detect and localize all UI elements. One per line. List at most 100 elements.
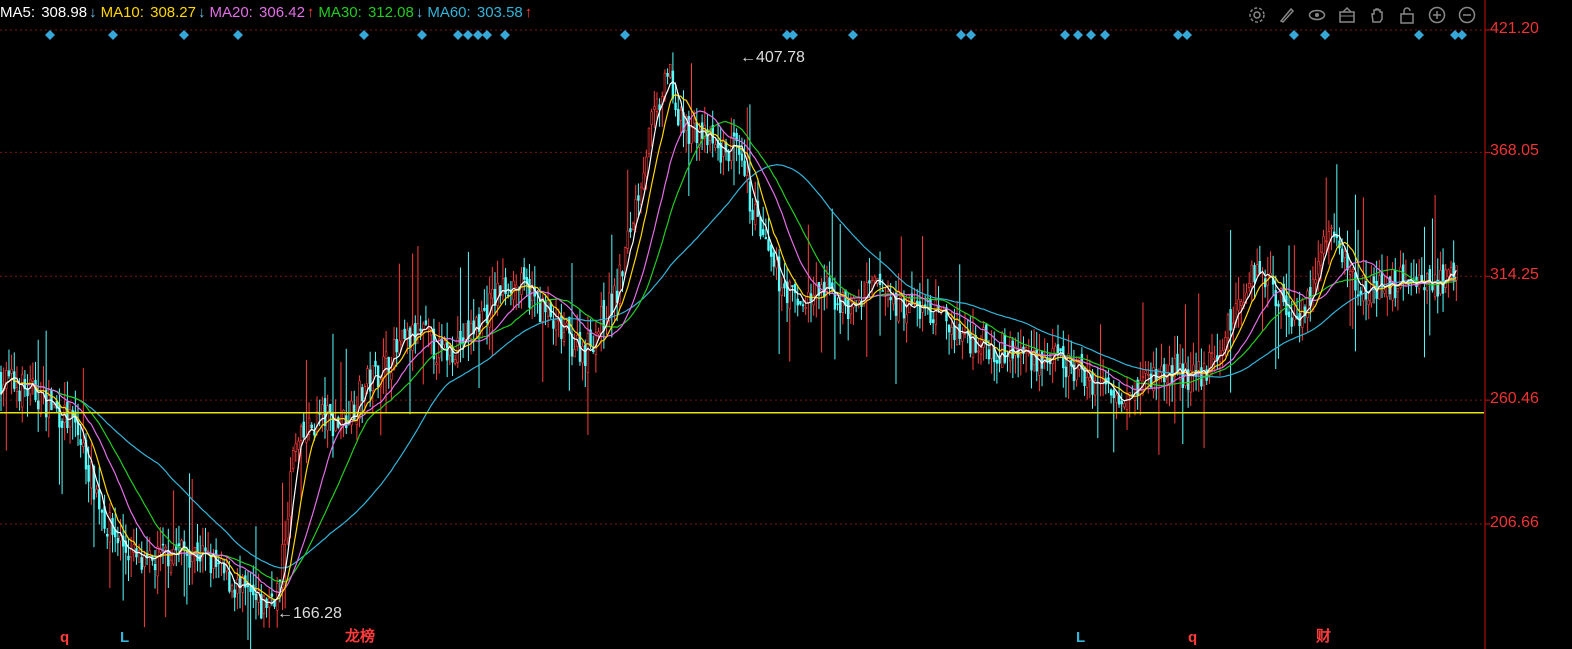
candle-body-up	[156, 546, 159, 577]
candle-body-down	[246, 584, 250, 588]
ma-value: 306.42	[259, 4, 305, 21]
ma-value: 303.58	[476, 4, 523, 21]
candle-body-down	[270, 593, 274, 597]
candle-body-down	[918, 301, 922, 319]
candle-body-up	[905, 314, 908, 324]
candle-body-up	[453, 359, 457, 364]
candle-body-up	[148, 550, 151, 557]
ma-trend-arrow: ↓	[415, 4, 424, 21]
candle-body-up	[1123, 403, 1126, 408]
candle-body-up	[286, 518, 290, 539]
candle-body-up	[236, 579, 239, 594]
candle-body-up	[1147, 373, 1150, 376]
candle-body-down	[228, 571, 231, 592]
candle-body-up	[39, 392, 43, 415]
candle-body-up	[1314, 279, 1317, 284]
candle-body-up	[990, 343, 993, 359]
bottom-marker[interactable]: L	[1076, 629, 1085, 646]
candle-body-up	[1330, 227, 1333, 230]
candle-body-down	[127, 555, 130, 561]
candle-body-down	[878, 273, 882, 286]
candle-body-up	[1301, 299, 1304, 328]
candle-body-up	[961, 333, 964, 342]
bottom-marker[interactable]: 龙榜	[345, 625, 375, 646]
candle-body-down	[98, 489, 101, 510]
ma-value: 308.98	[41, 4, 88, 21]
candle-body-down	[1287, 311, 1291, 318]
candle-body-up	[384, 351, 388, 359]
hand-icon[interactable]	[1364, 5, 1390, 25]
candle-body-down	[140, 557, 143, 570]
event-diamond	[473, 30, 483, 40]
candle-body-down	[836, 303, 839, 305]
candle-body-down	[889, 296, 892, 301]
candle-body-up	[191, 554, 194, 563]
candle-body-up	[334, 420, 337, 432]
zoom-in-icon[interactable]	[1424, 5, 1450, 25]
candle-body-down	[1059, 348, 1062, 352]
candle-body-up	[382, 356, 385, 379]
event-diamond	[179, 30, 189, 40]
ma-trend-arrow: ↓	[89, 4, 97, 21]
candle-body-down	[894, 292, 898, 316]
candle-body-up	[955, 318, 959, 345]
event-diamond	[463, 30, 473, 40]
candle-body-up	[788, 281, 791, 310]
lock-icon[interactable]	[1394, 5, 1420, 25]
candle-body-up	[437, 338, 441, 359]
candle-body-down	[177, 543, 181, 547]
candle-body-down	[868, 280, 871, 284]
candle-body-up	[642, 172, 645, 189]
candle-body-down	[828, 277, 831, 289]
candle-body-up	[1240, 301, 1243, 306]
candle-body-up	[645, 156, 648, 177]
candle-body-up	[10, 369, 13, 374]
candle-body-down	[249, 586, 252, 592]
candle-body-down	[7, 370, 11, 377]
ma-value: 312.08	[367, 4, 414, 21]
chart-toolbar	[1244, 5, 1480, 25]
candle-body-down	[395, 338, 398, 353]
low-price-label: ←166.28	[277, 605, 342, 622]
candle-body-down	[87, 465, 90, 482]
event-diamond	[1457, 30, 1467, 40]
zoom-out-icon[interactable]	[1454, 5, 1480, 25]
gear-icon[interactable]	[1244, 5, 1270, 25]
basket-icon[interactable]	[1334, 5, 1360, 25]
candle-body-down	[1420, 275, 1424, 281]
candle-body-down	[1120, 400, 1123, 405]
candle-body-up	[982, 327, 985, 348]
candle-body-down	[313, 431, 316, 436]
high-price-label: ←407.78	[740, 49, 805, 66]
candle-body-down	[1340, 248, 1344, 263]
candlestick-chart[interactable]	[0, 0, 1572, 649]
candle-body-up	[31, 378, 35, 382]
candle-body-down	[387, 357, 390, 374]
bottom-marker[interactable]: q	[60, 629, 69, 646]
candle-body-down	[801, 304, 805, 307]
candle-body-up	[1444, 269, 1447, 288]
candle-body-down	[1372, 276, 1376, 284]
candle-body-up	[1255, 264, 1259, 276]
bottom-marker[interactable]: 财	[1316, 625, 1331, 646]
candle-body-down	[839, 299, 842, 313]
bottom-marker[interactable]: L	[120, 629, 129, 646]
candle-body-up	[21, 374, 24, 408]
eye-icon[interactable]	[1304, 5, 1330, 25]
candle-body-up	[1088, 377, 1092, 382]
candle-body-up	[669, 63, 672, 78]
y-tick-label: 206.66	[1490, 514, 1539, 531]
candle-body-up	[108, 512, 112, 543]
candle-body-down	[764, 237, 768, 240]
event-diamond	[482, 30, 492, 40]
candle-body-up	[679, 109, 683, 121]
pen-icon[interactable]	[1274, 5, 1300, 25]
event-diamond	[108, 30, 118, 40]
bottom-marker[interactable]: q	[1188, 629, 1197, 646]
event-diamond	[788, 30, 798, 40]
candle-body-up	[1202, 363, 1206, 386]
candle-body-up	[1433, 274, 1437, 298]
candle-body-down	[1056, 344, 1060, 355]
candle-body-up	[626, 230, 629, 249]
candle-body-up	[315, 411, 319, 432]
